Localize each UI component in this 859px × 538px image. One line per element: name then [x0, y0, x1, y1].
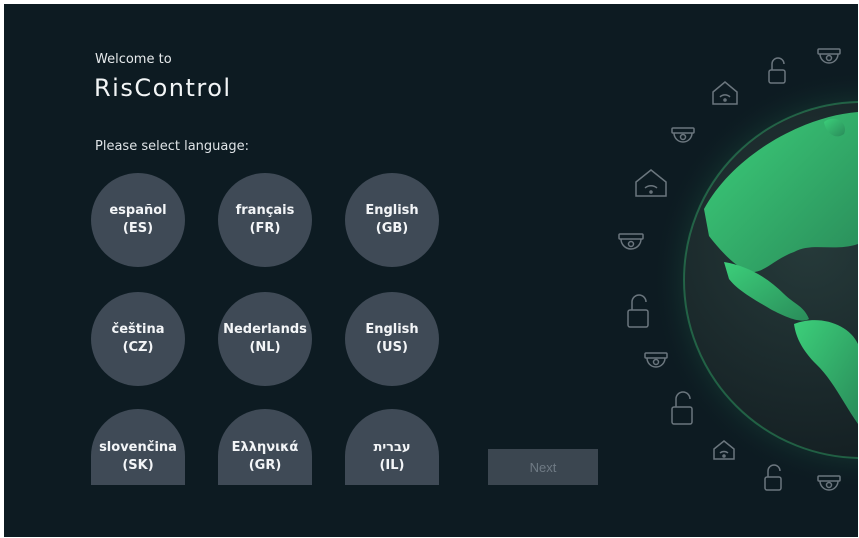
language-button-us[interactable]: English (US): [345, 292, 439, 386]
language-code: (ES): [122, 221, 154, 236]
lock-icon: [768, 57, 786, 84]
language-button-il[interactable]: עברית (IL): [345, 409, 439, 485]
language-name: Nederlands: [223, 322, 307, 337]
language-code: (SK): [122, 458, 154, 473]
language-name: Ελληνικά: [231, 440, 299, 455]
next-button[interactable]: Next: [488, 449, 598, 485]
language-name: English: [365, 322, 419, 337]
welcome-text: Welcome to: [95, 52, 172, 67]
camera-icon: [817, 48, 841, 64]
camera-icon: [618, 233, 644, 250]
language-name: español: [109, 203, 167, 218]
camera-icon: [817, 475, 841, 491]
language-name: slovenčina: [99, 440, 177, 455]
home-wifi-icon: [635, 169, 667, 197]
language-name: עברית: [373, 440, 411, 455]
language-name: français: [235, 203, 295, 218]
language-prompt: Please select language:: [95, 139, 249, 154]
language-code: (US): [376, 340, 408, 355]
language-button-cz[interactable]: čeština (CZ): [91, 292, 185, 386]
language-button-gb[interactable]: English (GB): [345, 173, 439, 267]
language-button-gr[interactable]: Ελληνικά (GR): [218, 409, 312, 485]
app-title: RisControl: [94, 74, 232, 102]
language-button-es[interactable]: español (ES): [91, 173, 185, 267]
language-code: (GB): [375, 221, 409, 236]
camera-icon: [644, 352, 668, 368]
lock-icon: [671, 391, 693, 425]
language-name: čeština: [111, 322, 165, 337]
language-button-fr[interactable]: français (FR): [218, 173, 312, 267]
language-code: (NL): [249, 340, 281, 355]
lock-icon: [764, 464, 782, 491]
language-code: (CZ): [122, 340, 154, 355]
language-button-nl[interactable]: Nederlands (NL): [218, 292, 312, 386]
home-wifi-icon: [713, 440, 735, 460]
camera-icon: [671, 127, 695, 143]
language-code: (FR): [249, 221, 281, 236]
home-wifi-icon: [712, 81, 738, 105]
lock-icon: [627, 294, 649, 328]
language-code: (GR): [248, 458, 282, 473]
language-name: English: [365, 203, 419, 218]
language-code: (IL): [379, 458, 405, 473]
welcome-screen: Welcome to RisControl Please select lang…: [4, 4, 858, 537]
language-button-sk[interactable]: slovenčina (SK): [91, 409, 185, 485]
